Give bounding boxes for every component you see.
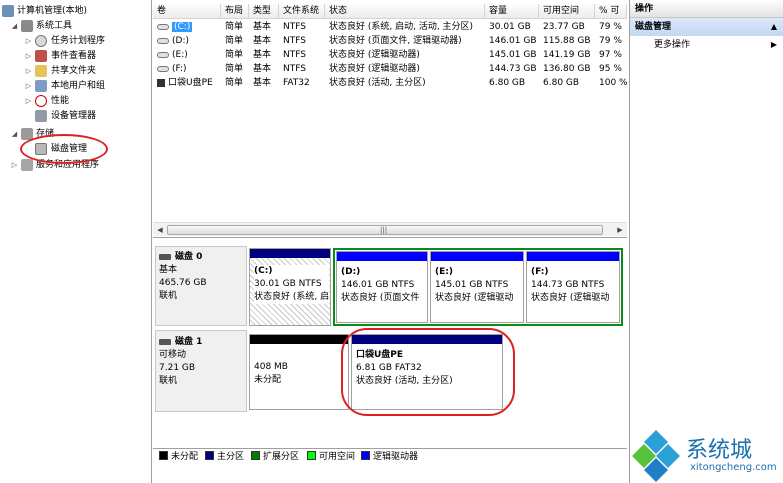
col-percent-free[interactable]: % 可 (595, 4, 627, 18)
watermark: 系统城 xitongcheng.com (628, 424, 783, 483)
disk-0-info: 磁盘 0 基本 465.76 GB 联机 (159, 252, 207, 301)
partition-unallocated[interactable]: 408 MB 未分配 (249, 334, 349, 410)
drive-icon (157, 51, 169, 58)
disk-1-info: 磁盘 1 可移动 7.21 GB 联机 (159, 337, 203, 386)
share-icon (35, 65, 47, 77)
table-row[interactable]: (E:) 简单 基本 NTFS 状态良好 (逻辑驱动器) 145.01 GB 1… (153, 48, 627, 62)
collapse-arrow-icon[interactable]: ▷ (10, 158, 19, 172)
watermark-logo-icon (632, 430, 680, 482)
hdd-icon (159, 338, 171, 345)
col-type[interactable]: 类型 (249, 4, 279, 18)
annotation-circle (341, 328, 515, 416)
legend-item: 未分配 (159, 450, 198, 464)
drive-icon (157, 37, 169, 44)
legend-item: 主分区 (205, 450, 244, 464)
expand-arrow-icon[interactable]: ◢ (10, 19, 19, 33)
chevron-right-icon: ▶ (770, 40, 777, 49)
drive-icon (157, 23, 169, 30)
annotation-circle (20, 134, 108, 164)
center-pane: 卷 布局 类型 文件系统 状态 容量 可用空间 % 可 (C:) 简单 基本 N… (153, 0, 627, 483)
table-header: 卷 布局 类型 文件系统 状态 容量 可用空间 % 可 (153, 4, 627, 19)
col-capacity[interactable]: 容量 (485, 4, 539, 18)
scroll-left-icon[interactable]: ◀ (153, 224, 167, 236)
actions-pane: 操作 磁盘管理 ▲ 更多操作 ▶ (629, 0, 783, 483)
drive-icon (157, 65, 169, 72)
services-icon (21, 159, 33, 171)
perf-icon (35, 95, 47, 107)
partition-d[interactable]: (D:) 146.01 GB NTFS 状态良好 (页面文件 (336, 251, 428, 323)
collapse-arrow-icon[interactable]: ▷ (24, 64, 33, 78)
collapse-arrow-icon[interactable]: ▷ (24, 94, 33, 108)
partition-c[interactable]: (C:) 30.01 GB NTFS 状态良好 (系统, 启 (249, 248, 331, 326)
table-row[interactable]: (F:) 简单 基本 NTFS 状态良好 (逻辑驱动器) 144.73 GB 1… (153, 62, 627, 76)
table-row[interactable]: (C:) 简单 基本 NTFS 状态良好 (系统, 启动, 活动, 主分区) 3… (153, 20, 627, 34)
scroll-right-icon[interactable]: ▶ (613, 224, 627, 236)
table-row[interactable]: (D:) 简单 基本 NTFS 状态良好 (页面文件, 逻辑驱动器) 146.0… (153, 34, 627, 48)
col-layout[interactable]: 布局 (221, 4, 249, 18)
scroll-grip: ||| (380, 226, 388, 234)
actions-title: 操作 (630, 0, 783, 18)
actions-section-disk-management[interactable]: 磁盘管理 ▲ (630, 18, 783, 36)
legend-item: 可用空间 (307, 450, 355, 464)
watermark-url: xitongcheng.com (690, 462, 777, 473)
disk-view: 磁盘 0 基本 465.76 GB 联机 (C:) 30.01 GB NTFS … (153, 238, 627, 448)
collapse-arrow-icon[interactable]: ▷ (24, 49, 33, 63)
table-row[interactable]: 口袋U盘PE 简单 基本 FAT32 状态良好 (活动, 主分区) 6.80 G… (153, 76, 627, 90)
expand-arrow-icon[interactable]: ◢ (10, 127, 19, 141)
scroll-thumb[interactable]: ||| (167, 225, 603, 235)
volume-table: 卷 布局 类型 文件系统 状态 容量 可用空间 % 可 (C:) 简单 基本 N… (153, 0, 627, 238)
legend: 未分配 主分区 扩展分区 可用空间 逻辑驱动器 (153, 448, 627, 464)
col-filesystem[interactable]: 文件系统 (279, 4, 325, 18)
computer-icon (2, 5, 14, 17)
collapse-arrow-icon[interactable]: ▷ (24, 34, 33, 48)
partition-f[interactable]: (F:) 144.73 GB NTFS 状态良好 (逻辑驱动 (526, 251, 620, 323)
watermark-brand: 系统城 (686, 438, 753, 463)
more-actions[interactable]: 更多操作 ▶ (630, 36, 783, 54)
event-icon (35, 50, 47, 62)
col-volume[interactable]: 卷 (153, 4, 221, 18)
tools-icon (21, 20, 33, 32)
hdd-icon (159, 253, 171, 260)
collapse-arrow-icon[interactable]: ▷ (24, 79, 33, 93)
collapse-up-icon[interactable]: ▲ (771, 18, 777, 36)
clock-icon (35, 35, 47, 47)
usb-icon (157, 78, 165, 87)
legend-item: 逻辑驱动器 (361, 450, 418, 464)
console-tree: 计算机管理(本地) ◢ 系统工具 ▷ 任务计划程序 ▷ 事件查看器 ▷ 共享文件… (0, 0, 152, 483)
device-icon (35, 110, 47, 122)
col-free-space[interactable]: 可用空间 (539, 4, 595, 18)
col-status[interactable]: 状态 (325, 4, 485, 18)
partition-e[interactable]: (E:) 145.01 GB NTFS 状态良好 (逻辑驱动 (430, 251, 524, 323)
users-icon (35, 80, 47, 92)
horizontal-scrollbar[interactable]: ◀ ||| ▶ (153, 222, 627, 236)
legend-item: 扩展分区 (251, 450, 299, 464)
